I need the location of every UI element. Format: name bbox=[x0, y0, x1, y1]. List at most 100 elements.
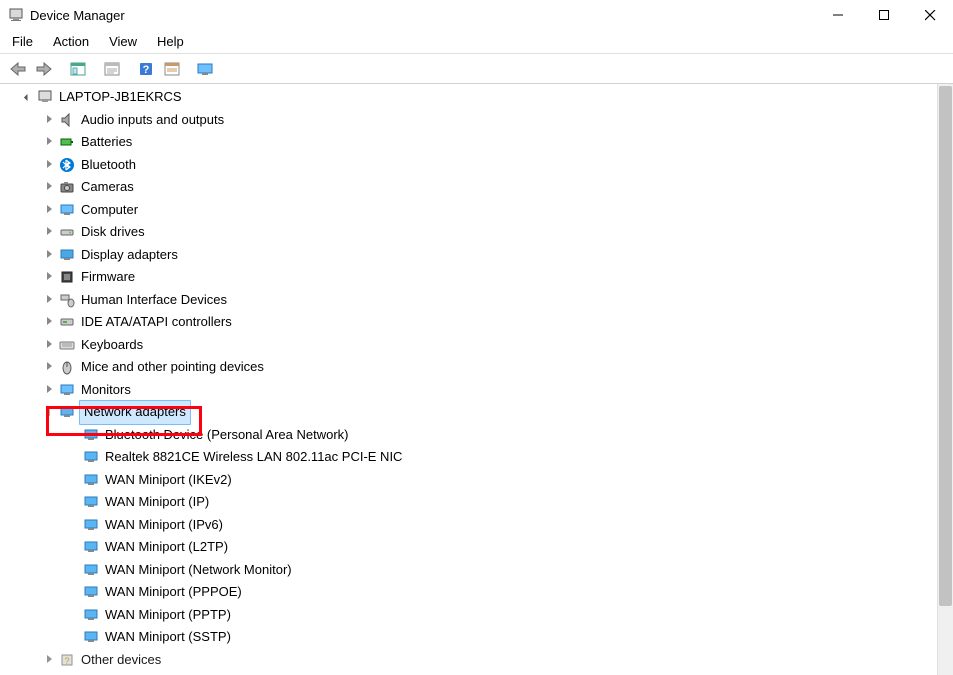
minimize-button[interactable] bbox=[815, 0, 861, 30]
category-hid[interactable]: Human Interface Devices bbox=[4, 289, 953, 312]
action-button[interactable] bbox=[160, 58, 184, 80]
device-label: WAN Miniport (IP) bbox=[103, 491, 211, 514]
svg-text:?: ? bbox=[143, 64, 150, 76]
network-adapter-icon bbox=[82, 493, 100, 511]
scrollbar-thumb[interactable] bbox=[939, 86, 952, 606]
expand-toggle-icon[interactable] bbox=[42, 154, 56, 177]
category-monitors[interactable]: Monitors bbox=[4, 379, 953, 402]
no-expand-icon bbox=[66, 491, 80, 514]
network-adapter-icon bbox=[82, 538, 100, 556]
category-keyboards[interactable]: Keyboards bbox=[4, 334, 953, 357]
category-bluetooth[interactable]: Bluetooth bbox=[4, 154, 953, 177]
category-ide[interactable]: IDE ATA/ATAPI controllers bbox=[4, 311, 953, 334]
device-item[interactable]: WAN Miniport (IKEv2) bbox=[4, 469, 953, 492]
device-tree[interactable]: LAPTOP-JB1EKRCS Audio inputs and outputs… bbox=[0, 84, 953, 671]
close-button[interactable] bbox=[907, 0, 953, 30]
network-adapter-icon bbox=[82, 471, 100, 489]
expand-toggle-icon[interactable] bbox=[42, 109, 56, 132]
audio-icon bbox=[58, 111, 76, 129]
category-firmware[interactable]: Firmware bbox=[4, 266, 953, 289]
device-label: WAN Miniport (PPPOE) bbox=[103, 581, 244, 604]
category-audio[interactable]: Audio inputs and outputs bbox=[4, 109, 953, 132]
network-adapter-icon bbox=[82, 583, 100, 601]
network-adapter-icon bbox=[82, 426, 100, 444]
category-computer[interactable]: Computer bbox=[4, 199, 953, 222]
expand-toggle-icon[interactable] bbox=[42, 289, 56, 312]
properties-button[interactable] bbox=[100, 58, 124, 80]
menu-view[interactable]: View bbox=[101, 32, 145, 51]
battery-icon bbox=[58, 133, 76, 151]
device-item[interactable]: Realtek 8821CE Wireless LAN 802.11ac PCI… bbox=[4, 446, 953, 469]
expand-toggle-icon[interactable] bbox=[42, 244, 56, 267]
menu-help[interactable]: Help bbox=[149, 32, 192, 51]
no-expand-icon bbox=[66, 604, 80, 627]
expand-toggle-icon[interactable] bbox=[42, 401, 56, 424]
root-node[interactable]: LAPTOP-JB1EKRCS bbox=[4, 86, 953, 109]
category-other-devices[interactable]: ?Other devices bbox=[4, 649, 953, 672]
device-item[interactable]: WAN Miniport (L2TP) bbox=[4, 536, 953, 559]
category-label: Mice and other pointing devices bbox=[79, 356, 266, 379]
device-label: WAN Miniport (L2TP) bbox=[103, 536, 230, 559]
network-adapter-icon bbox=[82, 516, 100, 534]
vertical-scrollbar[interactable] bbox=[937, 84, 953, 675]
category-disk-drives[interactable]: Disk drives bbox=[4, 221, 953, 244]
expand-toggle-icon[interactable] bbox=[42, 221, 56, 244]
category-batteries[interactable]: Batteries bbox=[4, 131, 953, 154]
app-icon bbox=[8, 7, 24, 23]
device-label: Bluetooth Device (Personal Area Network) bbox=[103, 424, 351, 447]
firmware-icon bbox=[58, 268, 76, 286]
device-item[interactable]: WAN Miniport (IPv6) bbox=[4, 514, 953, 537]
disk-icon bbox=[58, 223, 76, 241]
category-display-adapters[interactable]: Display adapters bbox=[4, 244, 953, 267]
device-label: WAN Miniport (PPTP) bbox=[103, 604, 233, 627]
expand-toggle-icon[interactable] bbox=[42, 356, 56, 379]
category-label: Network adapters bbox=[79, 400, 191, 425]
back-button[interactable] bbox=[6, 58, 30, 80]
camera-icon bbox=[58, 178, 76, 196]
category-label: Keyboards bbox=[79, 334, 145, 357]
network-adapter-icon bbox=[82, 628, 100, 646]
menu-action[interactable]: Action bbox=[45, 32, 97, 51]
keyboard-icon bbox=[58, 336, 76, 354]
device-label: WAN Miniport (IPv6) bbox=[103, 514, 225, 537]
no-expand-icon bbox=[66, 626, 80, 649]
titlebar: Device Manager bbox=[0, 0, 953, 30]
device-label: WAN Miniport (Network Monitor) bbox=[103, 559, 294, 582]
forward-button[interactable] bbox=[32, 58, 56, 80]
scan-hardware-button[interactable] bbox=[194, 58, 218, 80]
category-network-adapters[interactable]: Network adapters bbox=[4, 401, 953, 424]
category-label: Display adapters bbox=[79, 244, 180, 267]
category-cameras[interactable]: Cameras bbox=[4, 176, 953, 199]
window-controls bbox=[815, 0, 953, 30]
device-label: Realtek 8821CE Wireless LAN 802.11ac PCI… bbox=[103, 446, 404, 469]
category-label: IDE ATA/ATAPI controllers bbox=[79, 311, 234, 334]
device-item[interactable]: WAN Miniport (IP) bbox=[4, 491, 953, 514]
window-title: Device Manager bbox=[30, 8, 815, 23]
expand-toggle-icon[interactable] bbox=[42, 176, 56, 199]
device-item[interactable]: Bluetooth Device (Personal Area Network) bbox=[4, 424, 953, 447]
device-label: WAN Miniport (IKEv2) bbox=[103, 469, 234, 492]
expand-toggle-icon[interactable] bbox=[42, 266, 56, 289]
help-button[interactable]: ? bbox=[134, 58, 158, 80]
monitor-icon bbox=[58, 381, 76, 399]
show-hide-tree-button[interactable] bbox=[66, 58, 90, 80]
expand-toggle-icon[interactable] bbox=[42, 379, 56, 402]
device-item[interactable]: WAN Miniport (Network Monitor) bbox=[4, 559, 953, 582]
device-item[interactable]: WAN Miniport (PPPOE) bbox=[4, 581, 953, 604]
expand-toggle-icon[interactable] bbox=[42, 649, 56, 672]
no-expand-icon bbox=[66, 514, 80, 537]
expand-toggle-icon[interactable] bbox=[42, 199, 56, 222]
device-item[interactable]: WAN Miniport (SSTP) bbox=[4, 626, 953, 649]
expand-toggle-icon[interactable] bbox=[42, 131, 56, 154]
device-item[interactable]: WAN Miniport (PPTP) bbox=[4, 604, 953, 627]
expand-toggle-icon[interactable] bbox=[20, 86, 34, 109]
category-mice[interactable]: Mice and other pointing devices bbox=[4, 356, 953, 379]
network-icon bbox=[58, 403, 76, 421]
menu-file[interactable]: File bbox=[4, 32, 41, 51]
expand-toggle-icon[interactable] bbox=[42, 311, 56, 334]
hid-icon bbox=[58, 291, 76, 309]
no-expand-icon bbox=[66, 424, 80, 447]
network-adapter-icon bbox=[82, 448, 100, 466]
maximize-button[interactable] bbox=[861, 0, 907, 30]
expand-toggle-icon[interactable] bbox=[42, 334, 56, 357]
